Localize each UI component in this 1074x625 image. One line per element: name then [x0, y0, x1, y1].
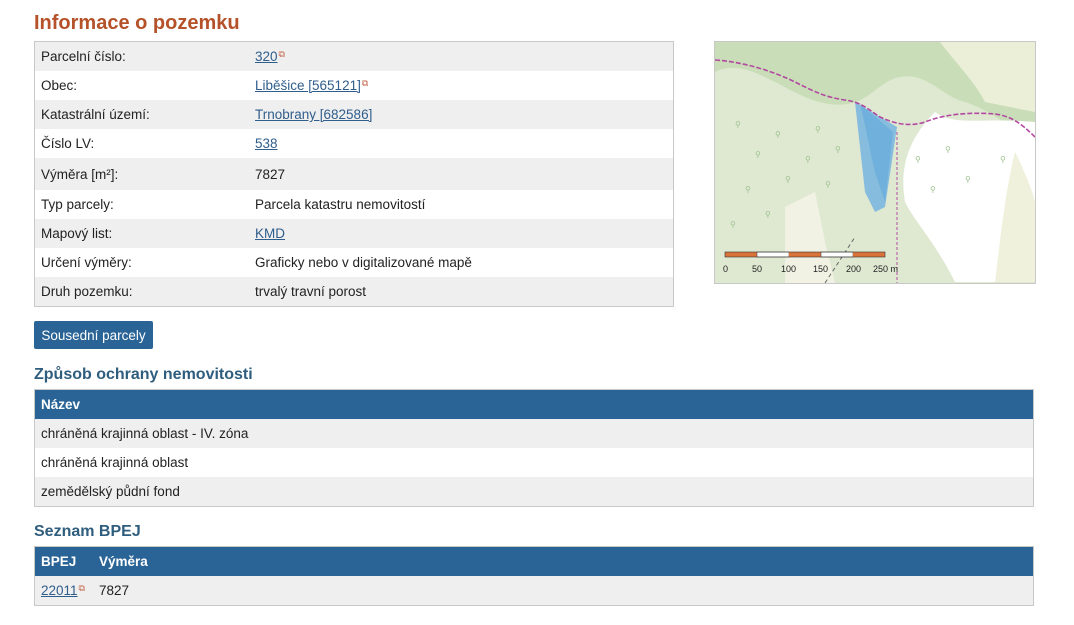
info-value: trvalý travní porost — [255, 284, 367, 299]
map-sheet-link[interactable]: KMD — [255, 226, 285, 241]
bpej-table: BPEJ Výměra 22011⧉ 7827 — [34, 546, 1034, 606]
info-row-parcel-number: Parcelní číslo: 320⧉ — [35, 42, 673, 71]
protection-name: zemědělský půdní fond — [41, 484, 180, 499]
external-link-icon[interactable]: ⧉ — [279, 49, 285, 59]
info-row-land-type: Druh pozemku: trvalý travní porost — [35, 277, 673, 306]
info-value: Graficky nebo v digitalizované mapě — [255, 255, 472, 270]
truncated-footer-text — [34, 617, 974, 625]
info-label: Výměra [m²]: — [41, 166, 119, 182]
bpej-area: 7827 — [99, 583, 130, 598]
lv-number-link[interactable]: 538 — [255, 136, 278, 151]
svg-text:⚲: ⚲ — [825, 180, 831, 189]
column-header-bpej: BPEJ — [41, 554, 77, 569]
svg-text:⚲: ⚲ — [765, 210, 771, 219]
bpej-code-link[interactable]: 22011 — [41, 583, 78, 598]
neighbor-parcels-button[interactable]: Sousední parcely — [34, 321, 153, 349]
info-label: Mapový list: — [41, 226, 113, 241]
table-row: 22011⧉ 7827 — [35, 576, 1033, 605]
table-header: BPEJ Výměra — [35, 547, 1033, 576]
info-value: Parcela katastru nemovitostí — [255, 197, 426, 212]
table-row: chráněná krajinná oblast - IV. zóna — [35, 419, 1033, 448]
info-value: 538 — [255, 136, 673, 151]
protection-name: chráněná krajinná oblast — [41, 455, 189, 470]
column-header-area: Výměra — [99, 554, 148, 569]
parcel-map[interactable]: ⚲ ⚲ ⚲ ⚲ ⚲ ⚲ ⚲ ⚲ ⚲ ⚲ ⚲ ⚲ ⚲ ⚲ ⚲ ⚲ 0 50 100 150 200 250… — [714, 41, 1036, 284]
info-value: KMD — [255, 226, 673, 241]
svg-text:⚲: ⚲ — [745, 185, 751, 194]
svg-text:⚲: ⚲ — [775, 130, 781, 139]
page-title: Informace o pozemku — [34, 12, 240, 34]
svg-text:⚲: ⚲ — [1000, 155, 1006, 164]
info-row-parcel-type: Typ parcely: Parcela katastru nemovitost… — [35, 190, 673, 219]
info-value: 7827 — [255, 166, 286, 182]
protection-heading: Způsob ochrany nemovitosti — [34, 366, 253, 383]
scale-label: 250 m — [873, 264, 898, 274]
info-label: Číslo LV: — [41, 136, 95, 151]
info-label: Parcelní číslo: — [41, 49, 126, 64]
svg-text:⚲: ⚲ — [835, 145, 841, 154]
info-value: 320⧉ — [255, 49, 673, 64]
info-label: Obec: — [41, 78, 78, 93]
svg-text:⚲: ⚲ — [930, 185, 936, 194]
table-row: chráněná krajinná oblast — [35, 448, 1033, 477]
info-row-cadastral-area: Katastrální území: Trnobrany [682586] — [35, 100, 673, 129]
municipality-link[interactable]: Liběšice [565121] — [255, 78, 361, 93]
bpej-code-cell: 22011⧉ — [35, 583, 99, 598]
table-header: Název — [35, 390, 1033, 419]
info-label: Typ parcely: — [41, 197, 114, 212]
info-label: Katastrální území: — [41, 107, 150, 122]
svg-text:⚲: ⚲ — [965, 175, 971, 184]
parcel-info-table: Parcelní číslo: 320⧉ Obec: Liběšice [565… — [34, 41, 674, 307]
parcel-number-link[interactable]: 320 — [255, 49, 278, 64]
info-row-lv-number: Číslo LV: 538 — [35, 129, 673, 158]
external-link-icon[interactable]: ⧉ — [79, 583, 85, 593]
info-label: Určení výměry: — [41, 255, 132, 270]
info-label: Druh pozemku: — [41, 284, 133, 299]
info-row-area-determination: Určení výměry: Graficky nebo v digitaliz… — [35, 248, 673, 277]
svg-text:⚲: ⚲ — [915, 155, 921, 164]
info-row-area: Výměra [m²]: 7827 — [35, 158, 673, 190]
svg-text:⚲: ⚲ — [730, 220, 736, 229]
table-row: zemědělský půdní fond — [35, 477, 1033, 506]
svg-text:⚲: ⚲ — [805, 155, 811, 164]
info-row-map-sheet: Mapový list: KMD — [35, 219, 673, 248]
info-row-municipality: Obec: Liběšice [565121]⧉ — [35, 71, 673, 100]
cadastral-area-link[interactable]: Trnobrany [682586] — [255, 107, 372, 122]
column-header-name: Název — [41, 397, 81, 412]
scale-label: 200 — [846, 264, 861, 274]
info-value: Liběšice [565121]⧉ — [255, 78, 673, 93]
map-svg: ⚲ ⚲ ⚲ ⚲ ⚲ ⚲ ⚲ ⚲ ⚲ ⚲ ⚲ ⚲ ⚲ ⚲ ⚲ ⚲ 0 50 100 150 200 250… — [715, 42, 1035, 283]
svg-text:⚲: ⚲ — [945, 145, 951, 154]
protection-name: chráněná krajinná oblast - IV. zóna — [41, 426, 249, 441]
bpej-heading: Seznam BPEJ — [34, 523, 141, 540]
svg-text:⚲: ⚲ — [785, 175, 791, 184]
external-link-icon[interactable]: ⧉ — [362, 78, 368, 88]
scale-label: 150 — [813, 264, 828, 274]
info-value: Trnobrany [682586] — [255, 107, 673, 122]
svg-text:⚲: ⚲ — [815, 125, 821, 134]
scale-label: 0 — [723, 264, 728, 274]
protection-table: Název chráněná krajinná oblast - IV. zón… — [34, 389, 1034, 507]
scale-label: 50 — [752, 264, 762, 274]
svg-text:⚲: ⚲ — [735, 120, 741, 129]
svg-text:⚲: ⚲ — [755, 150, 761, 159]
scale-label: 100 — [781, 264, 796, 274]
